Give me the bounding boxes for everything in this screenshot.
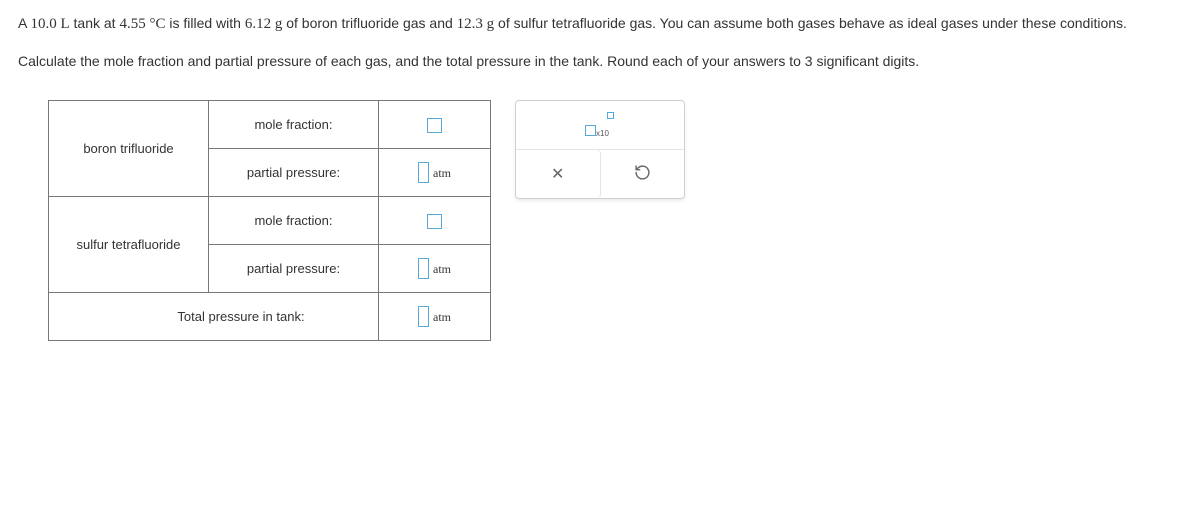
gas2-mole-fraction-input[interactable]: [427, 214, 442, 229]
tool-panel: x10 ✕: [515, 100, 685, 199]
instruction-text: Calculate the mole fraction and partial …: [18, 50, 1182, 72]
gas1-label: boron trifluoride: [49, 101, 209, 197]
mole-fraction-label-2: mole fraction:: [209, 197, 379, 245]
answer-table: boron trifluoride mole fraction: partial…: [48, 100, 491, 341]
x10-label: x10: [596, 129, 609, 138]
total-pressure-input[interactable]: [418, 306, 429, 327]
reset-button[interactable]: [601, 150, 685, 198]
unit-atm: atm: [433, 166, 451, 180]
gas2-partial-pressure-input[interactable]: [418, 258, 429, 279]
clear-button[interactable]: ✕: [516, 150, 601, 198]
refresh-icon: [634, 164, 651, 184]
mole-fraction-label-1: mole fraction:: [209, 101, 379, 149]
gas1-mole-fraction-input[interactable]: [427, 118, 442, 133]
sci-notation-button[interactable]: x10: [516, 101, 684, 149]
problem-statement: A 10.0 L tank at 4.55 °C is filled with …: [18, 12, 1182, 36]
unit-atm: atm: [433, 310, 451, 324]
gas2-label: sulfur tetrafluoride: [49, 197, 209, 293]
unit-atm: atm: [433, 262, 451, 276]
gas1-partial-pressure-input[interactable]: [418, 162, 429, 183]
close-icon: ✕: [551, 164, 564, 184]
total-pressure-label: Total pressure in tank:: [49, 293, 379, 341]
partial-pressure-label-2: partial pressure:: [209, 245, 379, 293]
partial-pressure-label-1: partial pressure:: [209, 149, 379, 197]
